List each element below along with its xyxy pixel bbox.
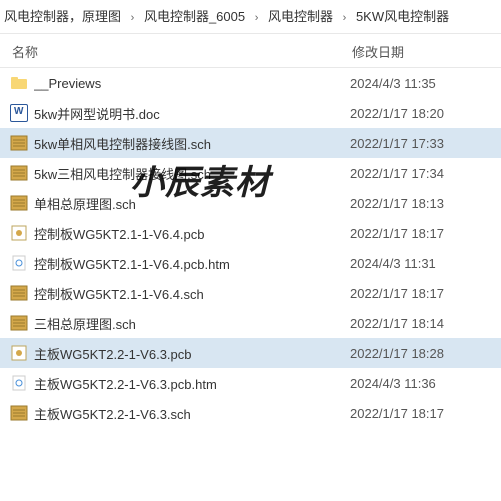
chevron-right-icon: › — [131, 12, 135, 24]
column-name[interactable]: 名称 — [12, 42, 352, 61]
file-name: 主板WG5KT2.2-1-V6.3.pcb.htm — [34, 374, 350, 393]
breadcrumb-item[interactable]: 风电控制器_6005 — [144, 9, 245, 24]
file-name: 控制板WG5KT2.1-1-V6.4.pcb — [34, 224, 350, 243]
doc-icon — [10, 104, 28, 122]
pcb-icon — [10, 224, 28, 242]
chevron-right-icon: › — [343, 12, 347, 24]
file-name: 三相总原理图.sch — [34, 314, 350, 333]
sch-icon — [10, 404, 28, 422]
htm-icon — [10, 254, 28, 272]
file-row[interactable]: __Previews2024/4/3 11:35 — [0, 68, 501, 98]
sch-icon — [10, 284, 28, 302]
file-date: 2024/4/3 11:35 — [350, 76, 491, 91]
file-date: 2024/4/3 11:31 — [350, 256, 491, 271]
file-name: __Previews — [34, 76, 350, 91]
column-date[interactable]: 修改日期 — [352, 42, 489, 61]
file-row[interactable]: 主板WG5KT2.2-1-V6.3.sch2022/1/17 18:17 — [0, 398, 501, 428]
sch-icon — [10, 194, 28, 212]
file-list: __Previews2024/4/3 11:355kw并网型说明书.doc202… — [0, 68, 501, 428]
file-name: 控制板WG5KT2.1-1-V6.4.pcb.htm — [34, 254, 350, 273]
file-date: 2022/1/17 18:28 — [350, 346, 491, 361]
file-row[interactable]: 控制板WG5KT2.1-1-V6.4.pcb2022/1/17 18:17 — [0, 218, 501, 248]
chevron-right-icon: › — [255, 12, 259, 24]
file-row[interactable]: 控制板WG5KT2.1-1-V6.4.sch2022/1/17 18:17 — [0, 278, 501, 308]
pcb-icon — [10, 344, 28, 362]
file-row[interactable]: 单相总原理图.sch2022/1/17 18:13 — [0, 188, 501, 218]
breadcrumb-item[interactable]: 5KW风电控制器 — [356, 9, 449, 24]
file-row[interactable]: 主板WG5KT2.2-1-V6.3.pcb2022/1/17 18:28 — [0, 338, 501, 368]
sch-icon — [10, 164, 28, 182]
file-date: 2022/1/17 18:13 — [350, 196, 491, 211]
file-date: 2022/1/17 18:14 — [350, 316, 491, 331]
breadcrumb-item[interactable]: 风电控制器，原理图 — [4, 9, 121, 24]
file-row[interactable]: 主板WG5KT2.2-1-V6.3.pcb.htm2024/4/3 11:36 — [0, 368, 501, 398]
file-date: 2022/1/17 18:17 — [350, 286, 491, 301]
file-name: 主板WG5KT2.2-1-V6.3.pcb — [34, 344, 350, 363]
folder-icon — [10, 74, 28, 92]
file-date: 2022/1/17 17:33 — [350, 136, 491, 151]
breadcrumb[interactable]: 风电控制器，原理图 › 风电控制器_6005 › 风电控制器 › 5KW风电控制… — [0, 0, 501, 31]
file-date: 2022/1/17 17:34 — [350, 166, 491, 181]
file-name: 控制板WG5KT2.1-1-V6.4.sch — [34, 284, 350, 303]
column-headers: 名称 修改日期 — [0, 34, 501, 68]
file-row[interactable]: 5kw单相风电控制器接线图.sch2022/1/17 17:33 — [0, 128, 501, 158]
file-date: 2022/1/17 18:17 — [350, 226, 491, 241]
file-row[interactable]: 5kw并网型说明书.doc2022/1/17 18:20 — [0, 98, 501, 128]
breadcrumb-item[interactable]: 风电控制器 — [268, 9, 333, 24]
file-name: 5kw并网型说明书.doc — [34, 104, 350, 123]
htm-icon — [10, 374, 28, 392]
file-date: 2022/1/17 18:20 — [350, 106, 491, 121]
file-row[interactable]: 三相总原理图.sch2022/1/17 18:14 — [0, 308, 501, 338]
file-name: 5kw三相风电控制器接线图.sch — [34, 164, 350, 183]
file-row[interactable]: 控制板WG5KT2.1-1-V6.4.pcb.htm2024/4/3 11:31 — [0, 248, 501, 278]
file-name: 单相总原理图.sch — [34, 194, 350, 213]
file-name: 主板WG5KT2.2-1-V6.3.sch — [34, 404, 350, 423]
file-date: 2024/4/3 11:36 — [350, 376, 491, 391]
file-date: 2022/1/17 18:17 — [350, 406, 491, 421]
sch-icon — [10, 134, 28, 152]
file-row[interactable]: 5kw三相风电控制器接线图.sch2022/1/17 17:34 — [0, 158, 501, 188]
file-name: 5kw单相风电控制器接线图.sch — [34, 134, 350, 153]
sch-icon — [10, 314, 28, 332]
